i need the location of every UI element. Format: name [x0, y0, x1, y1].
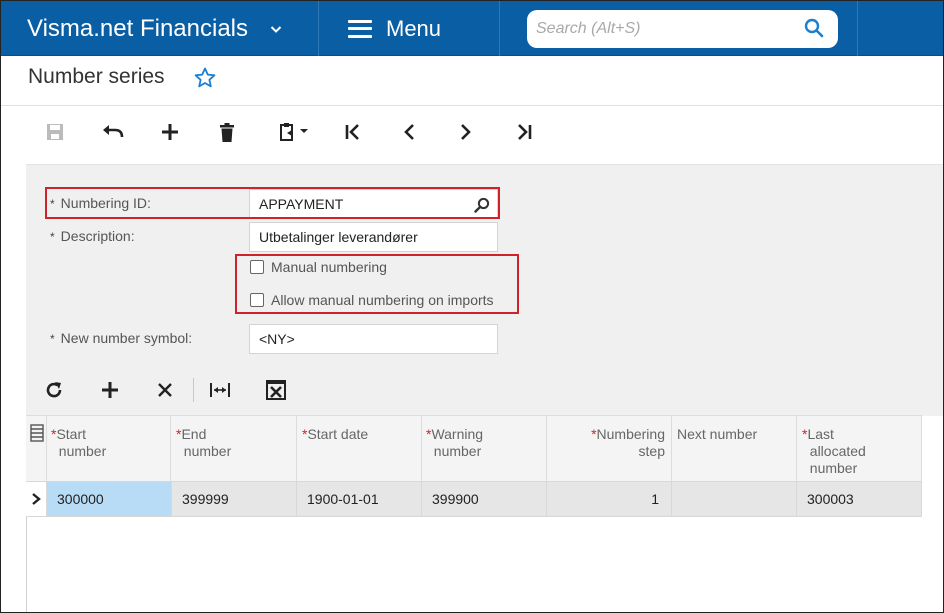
search-input[interactable]: [536, 20, 786, 38]
topbar-divider: [857, 1, 858, 56]
grid-toolbar: [26, 366, 943, 416]
first-record-icon: [345, 124, 359, 140]
refresh-icon: [46, 382, 62, 398]
company-selector[interactable]: Visma.net Financials: [1, 1, 319, 56]
col-start-date[interactable]: *Start date: [297, 416, 422, 483]
export-excel-icon: [266, 380, 286, 400]
row-selector-header[interactable]: [26, 416, 47, 483]
current-row-arrow-icon: [32, 493, 41, 505]
next-record-icon: [461, 124, 471, 140]
refresh-button[interactable]: [38, 374, 70, 406]
last-record-button[interactable]: [508, 114, 540, 150]
delete-row-icon: [158, 383, 172, 397]
app-name: Visma.net Financials: [27, 14, 248, 42]
export-excel-button[interactable]: [260, 374, 292, 406]
column-config-icon: [30, 424, 44, 442]
previous-record-button[interactable]: [393, 114, 425, 150]
delete-row-button[interactable]: [149, 374, 181, 406]
add-row-button[interactable]: [94, 374, 126, 406]
menu-label: Menu: [386, 15, 442, 41]
undo-button[interactable]: [97, 114, 129, 150]
first-record-button[interactable]: [337, 114, 369, 150]
previous-record-icon: [404, 124, 414, 140]
delete-button[interactable]: [211, 114, 243, 150]
next-record-button[interactable]: [450, 114, 482, 150]
save-icon: [47, 124, 63, 140]
col-end-number[interactable]: *End number: [172, 416, 297, 483]
table-row[interactable]: 300000 399999 1900-01-01 399900 1 300003: [26, 482, 922, 517]
cell-last-allocated[interactable]: 300003: [797, 482, 922, 516]
window: Visma.net Financials Menu Number series: [0, 0, 944, 613]
col-last-allocated[interactable]: *Last allocated number: [797, 416, 922, 483]
col-start-number[interactable]: *Start number: [47, 416, 171, 483]
number-series-grid: *Start number *End number *Start date *W…: [26, 415, 922, 517]
delete-icon: [220, 122, 234, 142]
cell-start-number[interactable]: 300000: [47, 482, 172, 516]
description-label: * Description:: [50, 228, 135, 244]
menu-button[interactable]: Menu: [320, 1, 500, 56]
search-box[interactable]: [527, 10, 838, 48]
clipboard-menu-button[interactable]: [271, 114, 317, 150]
description-field[interactable]: Utbetalinger leverandører: [249, 222, 498, 252]
highlight-numbering-id: [45, 187, 500, 219]
highlight-checkboxes: [235, 254, 519, 314]
grid-toolbar-divider: [193, 378, 194, 402]
description-value: Utbetalinger leverandører: [259, 229, 418, 245]
favorite-star-icon[interactable]: [193, 66, 217, 90]
cell-numbering-step[interactable]: 1: [547, 482, 672, 516]
new-number-symbol-field[interactable]: <NY>: [249, 324, 498, 354]
cell-warning-number[interactable]: 399900: [422, 482, 547, 516]
new-number-symbol-value: <NY>: [259, 331, 295, 347]
search-icon[interactable]: [804, 18, 824, 38]
add-icon: [162, 124, 178, 140]
fit-columns-icon: [210, 383, 230, 397]
new-number-symbol-label: * New number symbol:: [50, 330, 193, 346]
col-warning-number[interactable]: *Warning number: [422, 416, 547, 483]
page-title: Number series: [28, 65, 165, 88]
clipboard-icon: [280, 123, 308, 141]
fit-columns-button[interactable]: [204, 374, 236, 406]
last-record-icon: [518, 124, 532, 140]
title-bar: Number series: [1, 56, 943, 106]
col-next-number[interactable]: Next number: [672, 416, 797, 483]
save-button[interactable]: [39, 114, 71, 150]
add-row-icon: [102, 382, 118, 398]
chevron-down-icon: [270, 25, 282, 33]
cell-next-number[interactable]: [672, 482, 797, 516]
top-bar: Visma.net Financials Menu: [1, 1, 943, 56]
cell-end-number[interactable]: 399999: [172, 482, 297, 516]
cell-start-date[interactable]: 1900-01-01: [297, 482, 422, 516]
col-numbering-step[interactable]: *Numbering step: [547, 416, 672, 483]
undo-icon: [103, 125, 124, 138]
add-button[interactable]: [154, 114, 186, 150]
hamburger-icon: [348, 19, 372, 38]
grid-header: *Start number *End number *Start date *W…: [26, 415, 922, 483]
row-selector[interactable]: [26, 482, 47, 516]
